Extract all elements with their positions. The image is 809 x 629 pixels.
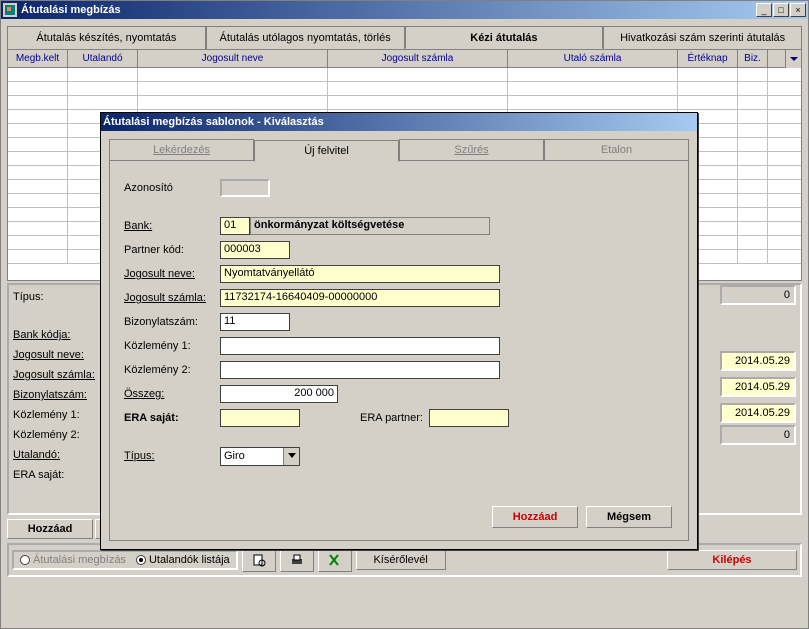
koz1-label: Közlemény 1: bbox=[13, 409, 103, 421]
right-date3: 2014.05.29 bbox=[720, 403, 796, 423]
hozzaad-button[interactable]: Hozzáad bbox=[7, 519, 93, 539]
azonosito-label: Azonosító bbox=[124, 182, 220, 194]
col-biz[interactable]: Biz. bbox=[738, 50, 768, 67]
radio-atutalasi[interactable]: Átutalási megbízás bbox=[20, 554, 126, 566]
osszeg-label: Összeg: bbox=[124, 388, 220, 400]
bank-name-display: önkormányzat költségvetése bbox=[250, 217, 490, 235]
dlg-biz-label: Bizonylatszám: bbox=[124, 316, 220, 328]
jogszam-label: Jogosult számla: bbox=[13, 369, 103, 381]
dlg-bank-label: Bank: bbox=[124, 220, 220, 232]
chevron-down-icon bbox=[283, 448, 299, 465]
dialog-title: Átutalási megbízás sablonok - Kiválasztá… bbox=[103, 116, 324, 128]
window-title: Átutalási megbízás bbox=[21, 4, 121, 16]
col-utalando[interactable]: Utalandó bbox=[68, 50, 138, 67]
era-sajat-label: ERA saját: bbox=[124, 412, 220, 424]
col-megbkelt[interactable]: Megb.kelt bbox=[8, 50, 68, 67]
dlg-megsem-button[interactable]: Mégsem bbox=[586, 506, 672, 528]
dlg-koz2-label: Közlemény 2: bbox=[124, 364, 220, 376]
dlg-hozzaad-button[interactable]: Hozzáad bbox=[492, 506, 578, 528]
azonosito-field bbox=[220, 179, 270, 197]
dlg-jognev-label: Jogosult neve: bbox=[124, 268, 220, 280]
partner-label: Partner kód: bbox=[124, 244, 220, 256]
bank-code-input[interactable]: 01 bbox=[220, 217, 250, 235]
excel-icon[interactable] bbox=[318, 548, 352, 572]
koz1-input[interactable] bbox=[220, 337, 500, 355]
utalando-label: Utalandó: bbox=[13, 449, 103, 461]
dlg-tipus-label: Típus: bbox=[124, 450, 220, 462]
col-jogosult-neve[interactable]: Jogosult neve bbox=[138, 50, 328, 67]
era-sajat-input[interactable] bbox=[220, 409, 300, 427]
partner-code-input[interactable]: 000003 bbox=[220, 241, 290, 259]
main-titlebar: Átutalási megbízás _ □ × bbox=[1, 1, 808, 19]
koz2-input[interactable] bbox=[220, 361, 500, 379]
grid-dropdown-icon[interactable] bbox=[785, 50, 801, 68]
minimize-button[interactable]: _ bbox=[756, 3, 772, 17]
print-icon[interactable] bbox=[280, 548, 314, 572]
right-date2: 2014.05.29 bbox=[720, 377, 796, 397]
tipus-select[interactable]: Giro bbox=[220, 447, 300, 466]
col-utalo-szamla[interactable]: Utaló számla bbox=[508, 50, 678, 67]
main-tabs: Átutalás készítés, nyomtatás Átutalás ut… bbox=[7, 25, 802, 49]
dtab-ujfelvitel[interactable]: Új felvitel bbox=[254, 140, 399, 162]
biz-input[interactable]: 11 bbox=[220, 313, 290, 331]
era-label: ERA saját: bbox=[13, 469, 103, 481]
biz-label: Bizonylatszám: bbox=[13, 389, 103, 401]
jogosult-neve-input[interactable]: Nyomtatványellátó bbox=[220, 265, 500, 283]
right-date1: 2014.05.29 bbox=[720, 351, 796, 371]
template-dialog: Átutalási megbízás sablonok - Kiválasztá… bbox=[100, 112, 698, 550]
dtab-lekerdezes[interactable]: Lekérdezés bbox=[109, 139, 254, 161]
right-zero2: 0 bbox=[720, 425, 796, 445]
app-icon bbox=[3, 3, 17, 17]
bank-label: Bank kódja: bbox=[13, 329, 103, 341]
era-partner-input[interactable] bbox=[429, 409, 509, 427]
dialog-buttons: Hozzáad Mégsem bbox=[492, 506, 672, 528]
dlg-jogszam-label: Jogosult számla: bbox=[124, 292, 220, 304]
dialog-body: Azonosító Bank: 01 önkormányzat költségv… bbox=[109, 161, 689, 541]
radio-utalandok[interactable]: Utalandók listája bbox=[136, 554, 230, 566]
col-jogosult-szamla[interactable]: Jogosult számla bbox=[328, 50, 508, 67]
radio-group: Átutalási megbízás Utalandók listája bbox=[12, 550, 238, 570]
maximize-button[interactable]: □ bbox=[773, 3, 789, 17]
details-right-col: 0 2014.05.29 2014.05.29 2014.05.29 0 bbox=[720, 285, 796, 447]
dlg-koz1-label: Közlemény 1: bbox=[124, 340, 220, 352]
dtab-szures[interactable]: Szűrés bbox=[399, 139, 544, 161]
tipus-value: Giro bbox=[224, 450, 245, 462]
koz2-label: Közlemény 2: bbox=[13, 429, 103, 441]
tab-utolagos[interactable]: Átutalás utólagos nyomtatás, törlés bbox=[206, 26, 405, 49]
kiserolevel-button[interactable]: Kísérőlevél bbox=[356, 550, 446, 570]
col-erteknap[interactable]: Értéknap bbox=[678, 50, 738, 67]
close-button[interactable]: × bbox=[790, 3, 806, 17]
tab-kezi[interactable]: Kézi átutalás bbox=[405, 26, 604, 49]
jognev-label: Jogosult neve: bbox=[13, 349, 103, 361]
tab-hivatkozasi[interactable]: Hivatkozási szám szerinti átutalás bbox=[603, 26, 802, 49]
jogosult-szamla-input[interactable]: 11732174-16640409-00000000 bbox=[220, 289, 500, 307]
tab-keszites[interactable]: Átutalás készítés, nyomtatás bbox=[7, 26, 206, 49]
osszeg-input[interactable]: 200 000 bbox=[220, 385, 338, 403]
dialog-tabs: Lekérdezés Új felvitel Szűrés Etalon bbox=[109, 139, 689, 161]
era-partner-label: ERA partner: bbox=[360, 412, 423, 424]
dtab-etalon[interactable]: Etalon bbox=[544, 139, 689, 161]
kilepes-button[interactable]: Kilépés bbox=[667, 550, 797, 570]
tipus-label: Típus: bbox=[13, 291, 103, 303]
dialog-titlebar: Átutalási megbízás sablonok - Kiválasztá… bbox=[101, 113, 697, 131]
grid-header: Megb.kelt Utalandó Jogosult neve Jogosul… bbox=[8, 50, 801, 68]
preview-icon[interactable] bbox=[242, 548, 276, 572]
right-zero: 0 bbox=[720, 285, 796, 305]
